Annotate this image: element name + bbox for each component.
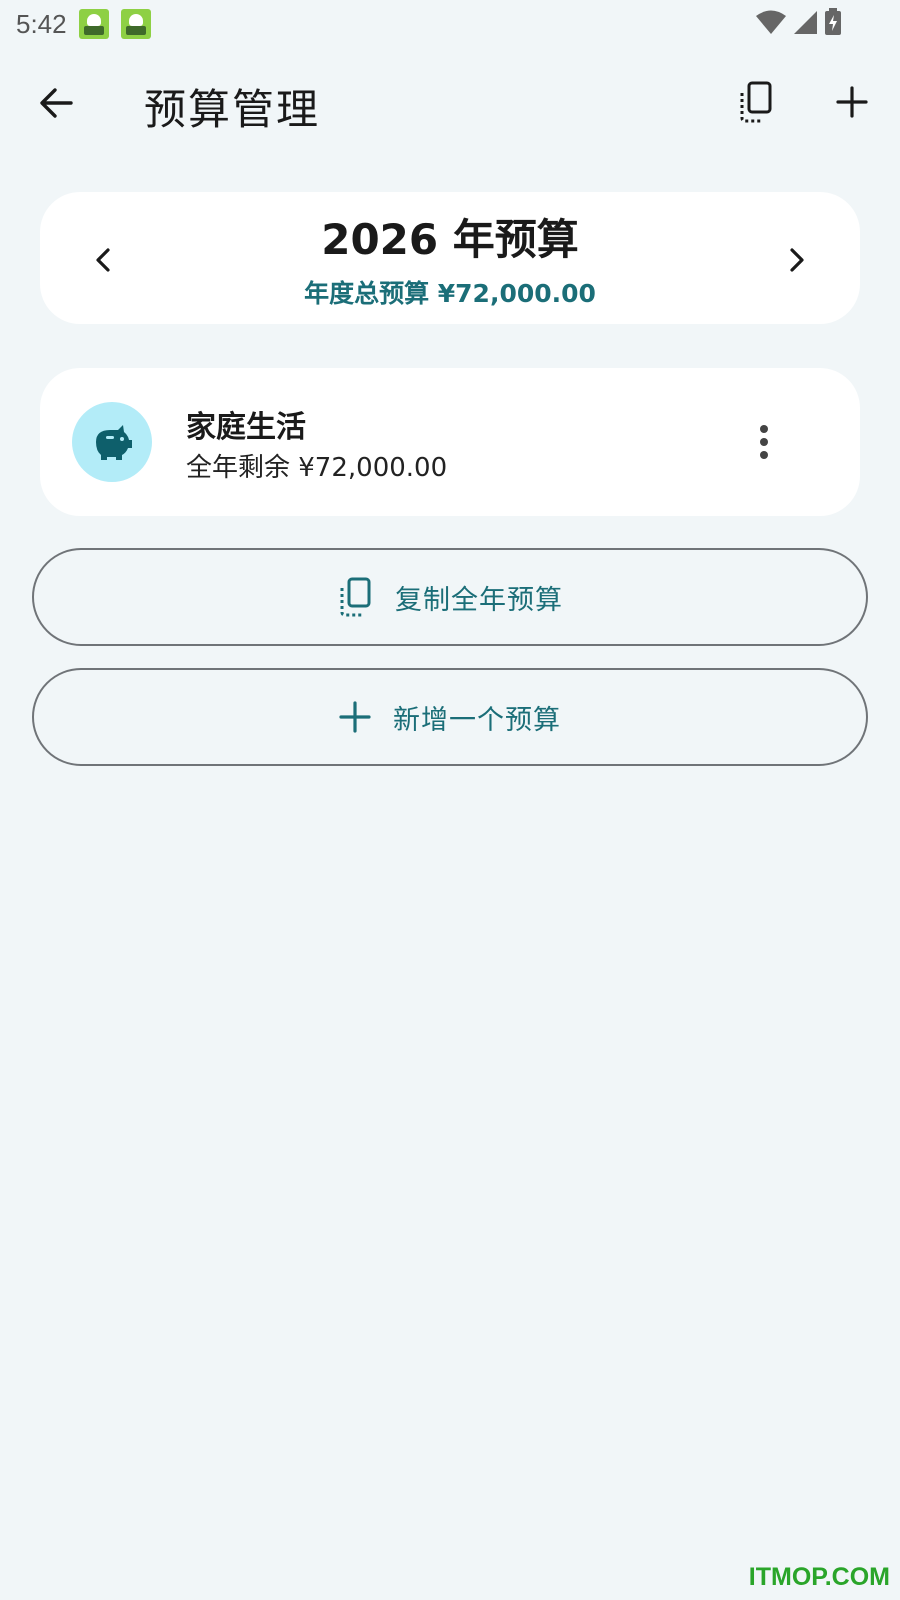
app-notification-icon	[78, 9, 109, 39]
plus-icon	[836, 86, 868, 118]
chevron-right-icon	[790, 248, 804, 272]
budget-name: 家庭生活	[186, 410, 306, 445]
status-bar: 5:42	[0, 0, 900, 48]
more-vert-icon	[760, 425, 768, 459]
previous-year-button[interactable]	[80, 236, 128, 284]
back-button[interactable]	[30, 77, 82, 129]
budget-avatar	[72, 402, 152, 482]
page-title: 预算管理	[144, 85, 321, 134]
status-time: 5:42	[16, 8, 67, 39]
wifi-icon	[756, 10, 786, 34]
watermark: ITMOP.COM	[748, 1563, 890, 1591]
copy-year-budget-button[interactable]: 复制全年预算	[32, 548, 868, 646]
add-budget-label: 新增一个预算	[393, 704, 561, 736]
next-year-button[interactable]	[772, 236, 820, 284]
copy-budget-toolbar-button[interactable]	[730, 76, 780, 128]
copy-icon	[740, 81, 772, 123]
add-budget-button[interactable]: 新增一个预算	[32, 668, 868, 766]
copy-year-budget-label: 复制全年预算	[395, 584, 563, 616]
plus-icon	[339, 701, 371, 733]
battery-charging-icon	[825, 8, 841, 35]
budget-more-button[interactable]	[740, 414, 788, 470]
annual-total-budget: 年度总预算 ¥72,000.00	[304, 279, 596, 308]
arrow-back-icon	[40, 88, 73, 118]
status-indicators	[756, 8, 842, 36]
budget-item-card[interactable]	[40, 368, 860, 516]
signal-icon	[794, 11, 817, 34]
app-notification-icon	[120, 9, 151, 39]
year-title: 2026 年预算	[321, 215, 579, 264]
add-budget-toolbar-button[interactable]	[826, 76, 878, 128]
piggy-bank-icon	[96, 425, 132, 460]
budget-remaining: 全年剩余 ¥72,000.00	[186, 453, 448, 483]
copy-icon	[340, 577, 371, 617]
top-app-bar: 预算管理	[0, 48, 900, 160]
chevron-left-icon	[96, 248, 110, 272]
